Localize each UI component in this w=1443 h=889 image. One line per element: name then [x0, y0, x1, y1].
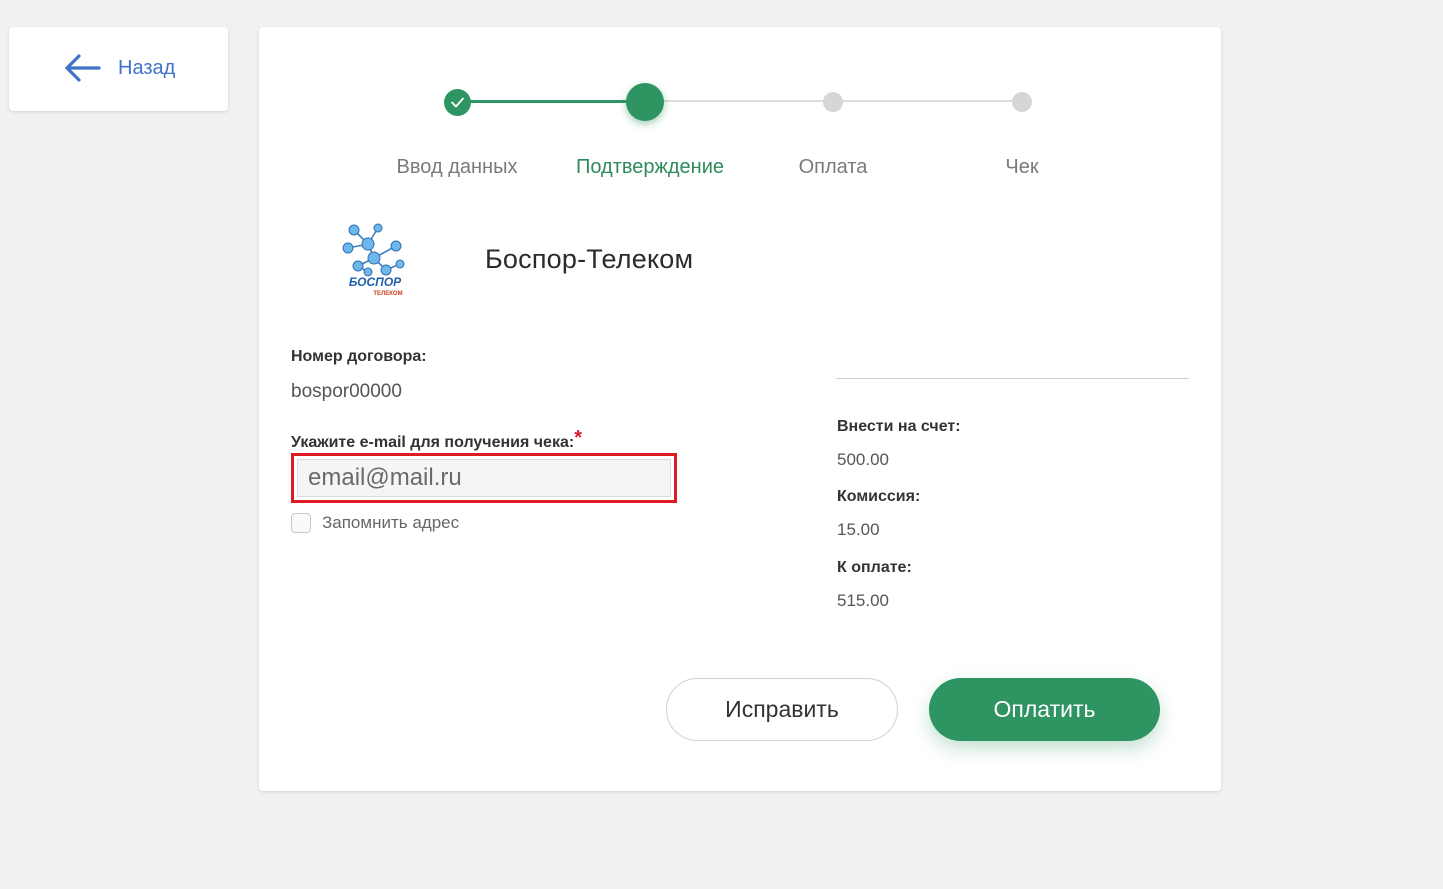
- commission-value: 15.00: [837, 520, 880, 539]
- fix-button[interactable]: Исправить: [666, 678, 898, 741]
- step-label-payment: Оплата: [798, 156, 868, 178]
- checkbox-box[interactable]: [291, 513, 311, 533]
- contract-label: Номер договора:: [291, 348, 427, 365]
- step-dot-receipt: [1012, 92, 1032, 112]
- total-value: 515.00: [837, 591, 889, 610]
- provider-name: Боспор-Телеком: [485, 244, 694, 274]
- arrow-left-icon: [65, 54, 101, 82]
- stepper-line-done: [457, 100, 647, 103]
- email-field-highlight: [291, 453, 677, 503]
- remember-address-checkbox[interactable]: Запомнить адрес: [291, 513, 459, 533]
- check-icon: [451, 97, 464, 108]
- summary-divider: [836, 378, 1189, 379]
- provider-logo: БОСПОР ТЕЛЕКОМ: [342, 223, 405, 297]
- required-mark: *: [574, 427, 582, 449]
- step-label-confirmation: Подтверждение: [575, 156, 725, 178]
- step-dot-done: [444, 89, 471, 116]
- step-label-input: Ввод данных: [396, 156, 518, 178]
- remember-label: Запомнить адрес: [322, 513, 460, 532]
- step-dot-payment: [823, 92, 843, 112]
- commission-label: Комиссия:: [837, 488, 921, 505]
- email-label: Укажите e-mail для получения чека:*: [291, 427, 582, 453]
- payment-card: [259, 27, 1221, 791]
- contract-value: bospor00000: [291, 381, 402, 402]
- step-label-receipt: Чек: [1005, 156, 1039, 178]
- svg-text:ТЕЛЕКОМ: ТЕЛЕКОМ: [373, 291, 402, 297]
- total-label: К оплате:: [837, 559, 912, 576]
- email-input[interactable]: [297, 459, 671, 497]
- back-label: Назад: [118, 57, 176, 79]
- deposit-value: 500.00: [837, 450, 889, 469]
- deposit-label: Внести на счет:: [837, 418, 961, 435]
- step-dot-current: [626, 83, 664, 121]
- email-label-text: Укажите e-mail для получения чека:: [291, 434, 575, 451]
- svg-text:БОСПОР: БОСПОР: [349, 275, 402, 289]
- back-button[interactable]: Назад: [9, 27, 228, 111]
- pay-button[interactable]: Оплатить: [929, 678, 1160, 741]
